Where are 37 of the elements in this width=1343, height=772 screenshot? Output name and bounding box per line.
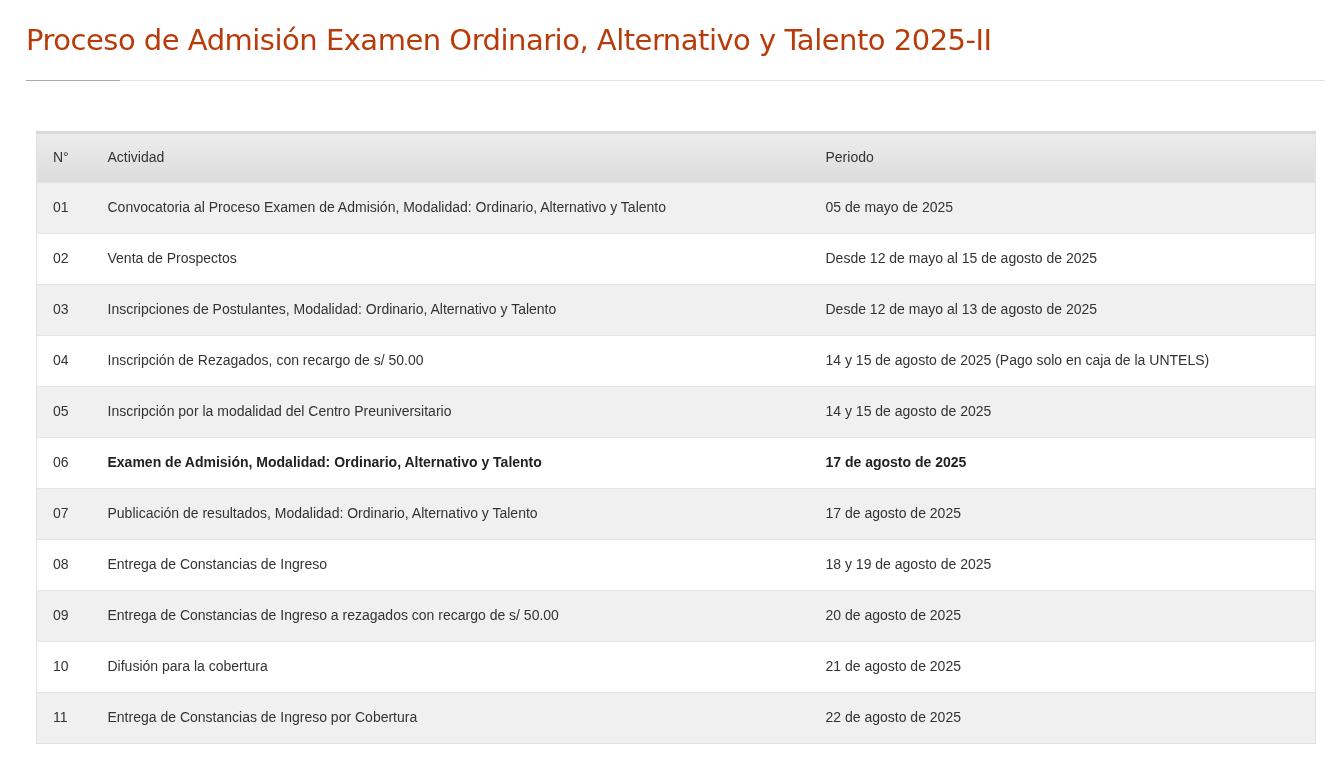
row-number: 02 [53,250,69,266]
activity-cell: Entrega de Constancias de Ingreso a rezagados con recargo de s/ 50.00 [107,607,559,623]
period-cell: 21 de agosto de 2025 [825,658,961,674]
activity-cell: Inscripción de Rezagados, con recargo de s/ 50.00 [107,352,424,368]
period-cell: 17 de agosto de 2025 [825,505,961,521]
activity-cell: Difusión para la cobertura [107,658,268,674]
activity-cell: Inscripciones de Postulantes, Modalidad: Ordinario, Alternativo y Talento [107,301,557,317]
period-cell: 18 y 19 de agosto de 2025 [825,556,992,572]
activity-cell: Inscripción por la modalidad del Centro Preuniversitario [107,403,452,419]
period-cell: Desde 12 de mayo al 15 de agosto de 2025 [825,250,1098,266]
row-number: 11 [53,709,68,725]
period-cell: 22 de agosto de 2025 [825,709,961,725]
activity-cell: Entrega de Constancias de Ingreso por Cobertura [107,709,418,725]
period-cell: 20 de agosto de 2025 [825,607,961,623]
row-number: 09 [53,607,69,623]
column-header: Periodo [825,148,874,165]
column-header: N° [53,148,69,165]
row-number: 04 [53,352,69,368]
period-cell: Desde 12 de mayo al 13 de agosto de 2025 [825,301,1098,317]
activity-cell: Publicación de resultados, Modalidad: Ordinario, Alternativo y Talento [107,505,538,521]
row-number: 10 [53,658,69,674]
activity-cell: Examen de Admisión, Modalidad: Ordinario, Alternativo y Talento [107,454,542,470]
row-number: 07 [53,505,69,521]
column-header: Actividad [107,148,165,165]
row-number: 03 [53,301,69,317]
period-cell: 14 y 15 de agosto de 2025 [825,403,992,419]
period-cell: 17 de agosto de 2025 [825,454,967,470]
activity-cell: Venta de Prospectos [107,250,237,266]
activity-cell: Convocatoria al Proceso Examen de Admisión, Modalidad: Ordinario, Alternativo y Talento [107,199,666,215]
row-number: 05 [53,403,69,419]
page-title: Proceso de Admisión Examen Ordinario, Alternativo y Talento 2025-II [26,22,992,58]
row-number: 08 [53,556,69,572]
period-cell: 05 de mayo de 2025 [825,199,954,215]
row-number: 06 [53,454,69,470]
row-number: 01 [53,199,69,215]
activity-cell: Entrega de Constancias de Ingreso [107,556,327,572]
period-cell: 14 y 15 de agosto de 2025 (Pago solo en caja de la UNTELS) [825,352,1210,368]
